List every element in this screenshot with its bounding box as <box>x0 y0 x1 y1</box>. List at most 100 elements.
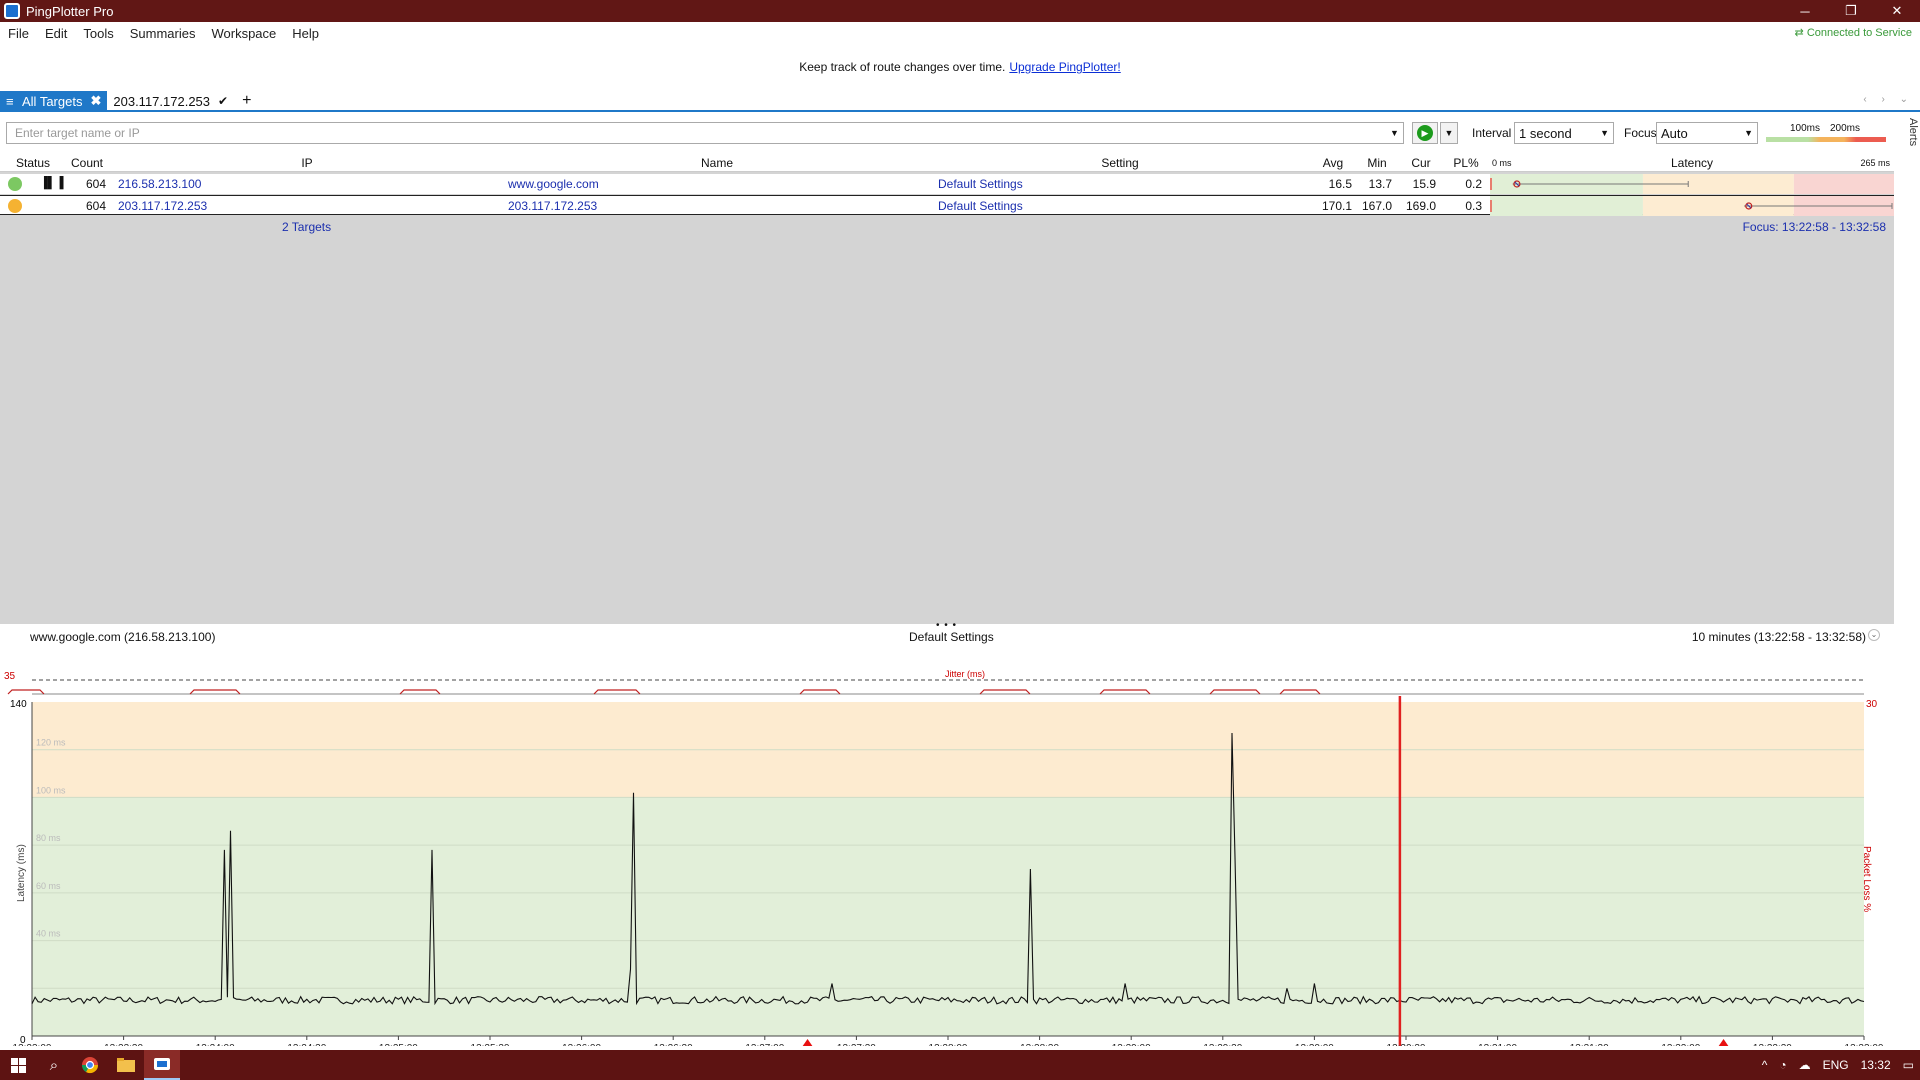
jitter-bump <box>399 689 441 695</box>
add-tab-button[interactable]: + <box>242 92 251 110</box>
bar-chart-icon[interactable]: ▐▌▐ <box>40 177 63 189</box>
upgrade-link[interactable]: Upgrade PingPlotter! <box>1009 60 1120 74</box>
col-count[interactable]: Count <box>64 156 110 170</box>
title-bar: PingPlotter Pro ─ ❐ ✕ <box>0 0 1920 22</box>
search-icon[interactable]: ⌕ <box>36 1050 72 1080</box>
targets-count: 2 Targets <box>282 220 332 234</box>
menu-bar: File Edit Tools Summaries Workspace Help… <box>0 22 1920 44</box>
latency-zone <box>32 797 1864 1036</box>
zone-label: 60 ms <box>36 881 61 891</box>
close-tab-icon[interactable]: ✖ <box>90 93 101 109</box>
x-tick-label: 13:29:00 <box>1112 1043 1151 1046</box>
menu-edit[interactable]: Edit <box>45 26 67 41</box>
network-icon[interactable]: ☁ <box>1799 1058 1811 1072</box>
window-controls: ─ ❐ ✕ <box>1782 0 1920 22</box>
col-status[interactable]: Status <box>6 156 60 170</box>
focus-value: Auto <box>1661 126 1688 141</box>
col-latency[interactable]: Latency <box>1490 156 1894 170</box>
y-top-label: 140 <box>10 699 27 710</box>
x-tick-label: 13:32:00 <box>1661 1043 1700 1046</box>
interval-select[interactable]: 1 second ▼ <box>1514 122 1614 144</box>
close-button[interactable]: ✕ <box>1874 0 1920 22</box>
latency-mini-graph <box>1490 196 1894 216</box>
graph-settings[interactable]: Default Settings <box>909 630 994 644</box>
timeline-graph-panel: • • • www.google.com (216.58.213.100) De… <box>0 620 1894 1048</box>
row-avg: 16.5 <box>1328 177 1352 191</box>
x-tick-label: 13:23:30 <box>104 1043 143 1046</box>
x-tick-label: 13:33:00 <box>1845 1043 1884 1046</box>
table-footer: 2 Targets Focus: 13:22:58 - 13:32:58 <box>0 218 1894 234</box>
notifications-icon[interactable]: ▭ <box>1903 1058 1914 1072</box>
col-pl[interactable]: PL% <box>1444 156 1488 170</box>
graph-header: • • • www.google.com (216.58.213.100) De… <box>0 620 1894 646</box>
latency-min-label: 0 ms <box>1492 158 1512 168</box>
menu-tools[interactable]: Tools <box>83 26 113 41</box>
table-row[interactable]: 604 203.117.172.253 203.117.172.253 Defa… <box>0 195 1894 216</box>
col-avg[interactable]: Avg <box>1310 156 1356 170</box>
tray-expand-icon[interactable]: ^ <box>1762 1058 1768 1072</box>
interval-label: Interval <box>1472 126 1512 140</box>
row-cur: 169.0 <box>1405 199 1436 213</box>
zone-label: 40 ms <box>36 929 61 939</box>
wifi-icon[interactable]: ◔ <box>1779 1058 1786 1072</box>
x-tick-label: 13:30:00 <box>1295 1043 1334 1046</box>
minimize-button[interactable]: ─ <box>1782 0 1828 22</box>
upgrade-banner: Keep track of route changes over time. Up… <box>0 60 1920 74</box>
graph-range[interactable]: 10 minutes (13:22:58 - 13:32:58) <box>1692 630 1866 644</box>
x-tick-label: 13:28:00 <box>929 1043 968 1046</box>
row-min: 167.0 <box>1361 199 1392 213</box>
pingplotter-taskbar-icon[interactable] <box>144 1050 180 1080</box>
row-ip: 216.58.213.100 <box>118 177 202 191</box>
jitter-max-label: 35 <box>4 671 16 682</box>
legend-200ms: 200ms <box>1830 123 1861 134</box>
tab-strip: ≡ All Targets ✖ 203.117.172.253 ✔ + ‹ › … <box>0 91 1920 112</box>
row-cur: 15.9 <box>1412 177 1436 191</box>
chrome-icon[interactable] <box>72 1050 108 1080</box>
focus-select[interactable]: Auto ▼ <box>1656 122 1758 144</box>
x-tick-label: 13:25:00 <box>379 1043 418 1046</box>
row-pl: 0.3 <box>1465 199 1482 213</box>
tab-scroll-arrows[interactable]: ‹ › ⌄ <box>1863 94 1914 105</box>
file-explorer-icon[interactable] <box>108 1050 144 1080</box>
jitter-bump <box>1099 689 1151 695</box>
language-indicator[interactable]: ENG <box>1823 1058 1849 1072</box>
play-icon: ▶ <box>1417 125 1433 141</box>
latency-zone-bad <box>1793 174 1894 194</box>
packet-loss-marker <box>1718 1039 1729 1046</box>
clock[interactable]: 13:32 <box>1861 1058 1891 1072</box>
check-icon: ✔ <box>218 94 229 108</box>
col-name[interactable]: Name <box>504 156 930 170</box>
target-input[interactable] <box>6 122 1404 144</box>
col-ip[interactable]: IP <box>112 156 502 170</box>
packet-loss-tick <box>1490 200 1492 212</box>
table-header: Status Count IP Name Setting Avg Min Cur… <box>0 154 1894 172</box>
table-row[interactable]: ▐▌▐ 604 216.58.213.100 www.google.com De… <box>0 174 1894 194</box>
menu-file[interactable]: File <box>8 26 29 41</box>
connection-status[interactable]: ⇄ Connected to Service <box>1795 26 1912 39</box>
row-min: 13.7 <box>1368 177 1392 191</box>
zone-label: 80 ms <box>36 833 61 843</box>
windows-logo-icon <box>10 1057 26 1073</box>
trace-options-dropdown[interactable]: ▼ <box>1440 122 1458 144</box>
menu-summaries[interactable]: Summaries <box>130 26 196 41</box>
jitter-bump <box>1279 689 1321 695</box>
tab-all-targets[interactable]: ≡ All Targets ✖ <box>0 91 108 111</box>
chevron-down-icon[interactable]: ▼ <box>1390 128 1399 138</box>
latency-timeline-chart[interactable]: 35 Jitter (ms) 140 0 30 Latency (ms) Pac… <box>0 646 1894 1046</box>
menu-help[interactable]: Help <box>292 26 319 41</box>
col-setting[interactable]: Setting <box>934 156 1306 170</box>
jitter-bump <box>593 689 641 695</box>
start-trace-button[interactable]: ▶ <box>1412 122 1438 144</box>
legend-color-strip <box>1766 137 1886 142</box>
start-button[interactable] <box>0 1050 36 1080</box>
tab-target[interactable]: 203.117.172.253 ✔ <box>107 91 234 111</box>
chevron-down-icon[interactable]: ⌄ <box>1868 629 1880 641</box>
system-tray: ^ ◔ ☁ ENG 13:32 ▭ <box>1756 1050 1920 1080</box>
alerts-side-tab[interactable]: Alerts <box>1897 118 1919 158</box>
jitter-bump <box>979 689 1031 695</box>
row-setting: Default Settings <box>938 177 1023 191</box>
menu-workspace[interactable]: Workspace <box>211 26 276 41</box>
col-cur[interactable]: Cur <box>1400 156 1442 170</box>
restore-button[interactable]: ❐ <box>1828 0 1874 22</box>
col-min[interactable]: Min <box>1356 156 1398 170</box>
